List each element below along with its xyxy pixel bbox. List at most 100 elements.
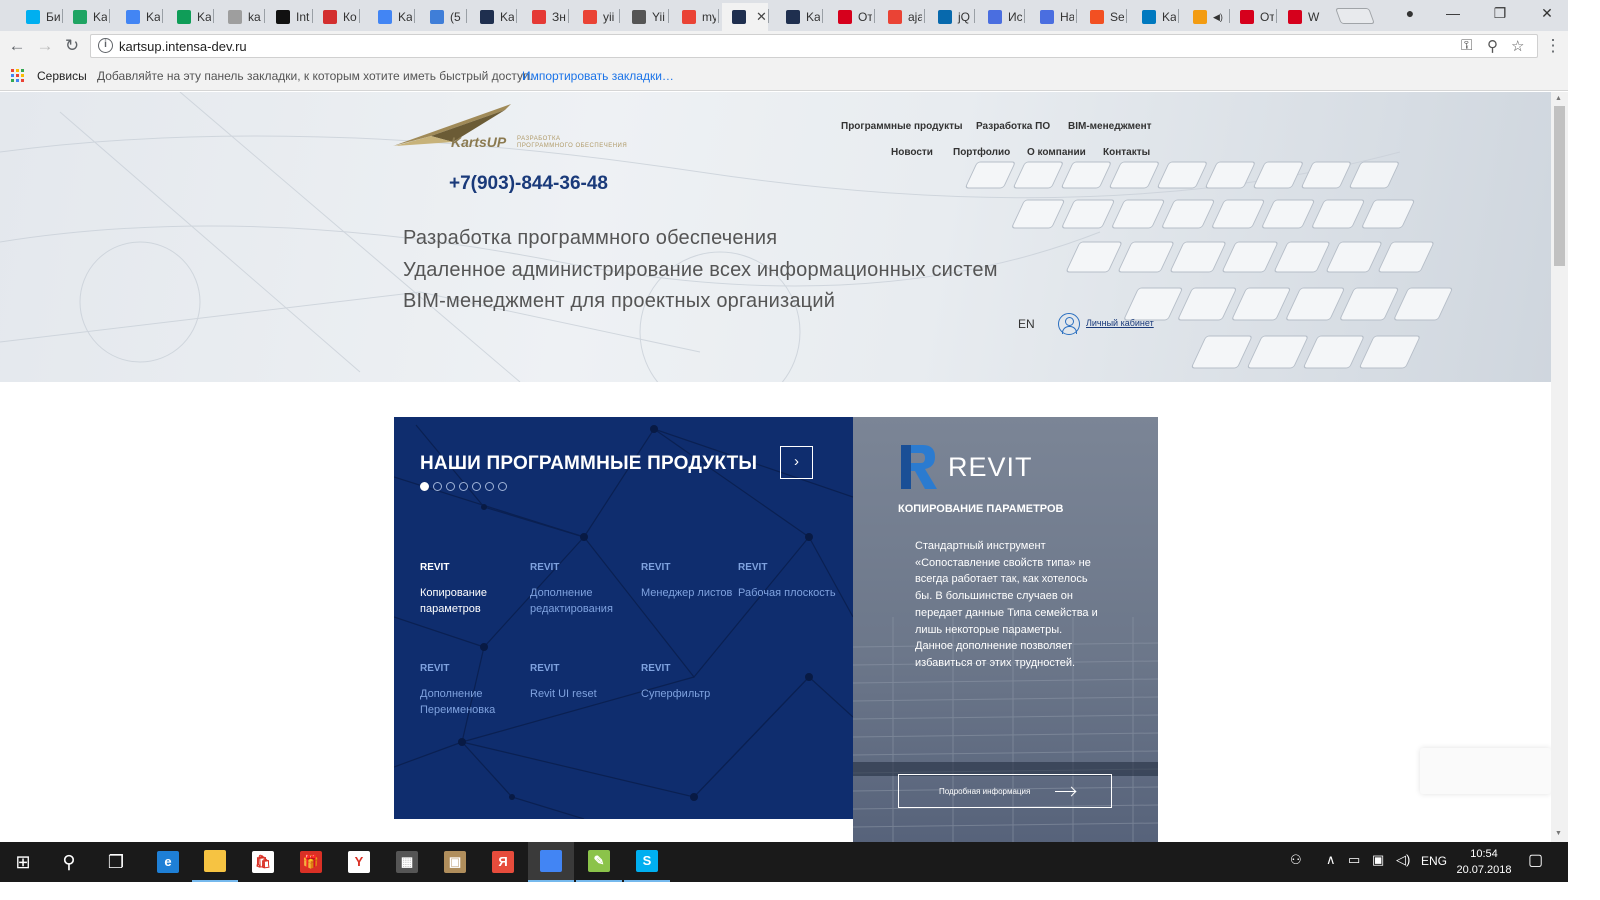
nav-software-products[interactable]: Программные продукты — [841, 121, 963, 132]
browser-tab[interactable]: (5 — [420, 3, 464, 31]
pagination-dot[interactable] — [472, 482, 481, 491]
browser-tab[interactable]: От — [1230, 3, 1274, 31]
close-window-icon[interactable]: ✕ — [1537, 5, 1557, 22]
archive-taskbar-button[interactable]: ▣ — [432, 842, 478, 882]
pagination-dot[interactable] — [420, 482, 429, 491]
notifications-icon[interactable]: ▢ — [1528, 850, 1543, 870]
gift-taskbar-button[interactable]: 🎁 — [288, 842, 334, 882]
new-tab-button[interactable] — [1335, 8, 1375, 24]
profile-icon[interactable]: ● — [1400, 5, 1420, 21]
personal-account-link[interactable]: Личный кабинет — [1086, 318, 1154, 328]
user-icon[interactable] — [1058, 313, 1080, 335]
browser-tab[interactable]: Se — [1080, 3, 1124, 31]
pagination-dot[interactable] — [459, 482, 468, 491]
product-item[interactable]: REVIT Рабочая плоскость — [738, 562, 838, 601]
input-language[interactable]: ENG — [1421, 854, 1447, 868]
browser-tab[interactable]: ka — [218, 3, 262, 31]
nav-bim-management[interactable]: BIM-менеджмент — [1068, 121, 1152, 132]
search-taskbar-button[interactable]: ⚲ — [46, 842, 92, 882]
browser-tab[interactable]: Ко — [313, 3, 357, 31]
import-bookmarks-link[interactable]: Импортировать закладки… — [522, 69, 674, 83]
nav-software-development[interactable]: Разработка ПО — [976, 121, 1050, 132]
browser-tab[interactable]: Ис — [978, 3, 1022, 31]
product-item[interactable]: REVIT Revit UI reset — [530, 663, 630, 702]
browser-tab[interactable]: ◀) — [1183, 3, 1227, 31]
scroll-down-icon[interactable]: ▼ — [1555, 830, 1562, 837]
nav-news[interactable]: Новости — [891, 147, 933, 158]
store-taskbar-button[interactable]: 🛍 — [240, 842, 286, 882]
network-icon[interactable]: ▣ — [1372, 852, 1384, 868]
site-info-icon[interactable]: i — [98, 38, 113, 53]
browser-tab[interactable]: Ka — [470, 3, 514, 31]
scroll-up-icon[interactable]: ▲ — [1555, 95, 1562, 102]
pagination-dot[interactable] — [446, 482, 455, 491]
browser-tab[interactable]: От — [828, 3, 872, 31]
product-item[interactable]: REVIT Копирование параметров — [420, 562, 520, 617]
browser-tab[interactable]: Ka — [116, 3, 160, 31]
kartsup-logo[interactable]: KartsUP РАЗРАБОТКА ПРОГРАММНОГО ОБЕСПЕЧЕ… — [393, 102, 633, 162]
start-taskbar-button[interactable]: ⊞ — [0, 842, 46, 882]
minimize-icon[interactable]: — — [1443, 5, 1463, 21]
pagination-dot[interactable] — [433, 482, 442, 491]
browser-tab[interactable]: jQ — [928, 3, 972, 31]
product-item[interactable]: REVIT Дополнение Переименовка — [420, 663, 520, 718]
speaker-icon[interactable]: ◀) — [1213, 12, 1223, 23]
chat-widget[interactable] — [1420, 748, 1551, 794]
language-switch[interactable]: EN — [1018, 317, 1035, 331]
file-explorer-taskbar-button[interactable] — [192, 842, 238, 882]
nav-portfolio[interactable]: Портфолио — [953, 147, 1010, 158]
skype-taskbar-button[interactable]: S — [624, 842, 670, 882]
zoom-icon[interactable]: ⚲ — [1487, 37, 1498, 55]
browser-tab[interactable]: my — [672, 3, 716, 31]
product-item[interactable]: REVIT Суперфильтр — [641, 663, 741, 702]
browser-tab[interactable]: Ka — [167, 3, 211, 31]
browser-tab[interactable]: На — [1030, 3, 1074, 31]
browser-tab[interactable]: Yii — [622, 3, 666, 31]
task-view-taskbar-button[interactable]: ❐ — [93, 842, 139, 882]
yandex-browser-taskbar-button[interactable]: Я — [480, 842, 526, 882]
chrome-taskbar-button[interactable] — [528, 842, 574, 882]
product-item[interactable]: REVIT Дополнение редактирования — [530, 562, 630, 617]
close-tab-icon[interactable]: ✕ — [756, 9, 767, 25]
browser-tab[interactable]: Зн — [522, 3, 566, 31]
pagination-dot[interactable] — [498, 482, 507, 491]
browser-tab[interactable]: W — [1278, 3, 1322, 31]
system-clock[interactable]: 10:54 20.07.2018 — [1456, 846, 1512, 878]
apps-grid-icon[interactable] — [11, 69, 24, 82]
browser-tab[interactable]: Ka — [1132, 3, 1176, 31]
people-icon[interactable]: ⚇ — [1290, 852, 1302, 868]
browser-tab[interactable]: aja — [878, 3, 922, 31]
product-item[interactable]: REVIT Менеджер листов — [641, 562, 741, 601]
browser-tab[interactable]: Ka — [368, 3, 412, 31]
phone-number[interactable]: +7(903)-844-36-48 — [449, 173, 608, 195]
browser-tab[interactable]: Ka — [776, 3, 820, 31]
restore-icon[interactable]: ❐ — [1490, 5, 1510, 22]
battery-icon[interactable]: ▭ — [1348, 852, 1360, 868]
nav-contacts[interactable]: Контакты — [1103, 147, 1150, 158]
url-text[interactable]: kartsup.intensa-dev.ru — [119, 39, 247, 54]
key-icon[interactable]: ⚿ — [1461, 37, 1472, 54]
tray-expand-icon[interactable]: ∧ — [1326, 852, 1336, 868]
next-arrow-icon[interactable]: › — [780, 446, 813, 479]
pagination-dot[interactable] — [485, 482, 494, 491]
edge-taskbar-button[interactable]: e — [145, 842, 191, 882]
nav-about[interactable]: О компании — [1027, 147, 1086, 158]
browser-tab[interactable]: Би — [16, 3, 60, 31]
browser-tab[interactable]: Int — [266, 3, 310, 31]
notepad-taskbar-button[interactable]: ✎ — [576, 842, 622, 882]
menu-icon[interactable]: ⋮ — [1542, 36, 1564, 56]
address-bar[interactable]: i kartsup.intensa-dev.ru ⚿ ⚲ ☆ — [90, 34, 1538, 58]
yandex-taskbar-button[interactable]: Y — [336, 842, 382, 882]
page-scrollbar[interactable]: ▲ ▼ — [1551, 92, 1568, 842]
browser-tab[interactable]: yii — [573, 3, 617, 31]
more-info-button[interactable]: Подробная информация — [898, 774, 1112, 808]
scroll-thumb[interactable] — [1554, 106, 1565, 266]
volume-icon[interactable]: ◁) — [1396, 852, 1410, 868]
calculator-taskbar-button[interactable]: ▦ — [384, 842, 430, 882]
browser-tab[interactable]: Ka — [63, 3, 107, 31]
browser-tab[interactable]: ✕ — [722, 3, 768, 31]
forward-arrow-icon[interactable]: → — [34, 36, 56, 56]
bookmark-star-icon[interactable]: ☆ — [1511, 37, 1524, 55]
back-arrow-icon[interactable]: ← — [6, 36, 28, 56]
reload-icon[interactable]: ↻ — [61, 36, 83, 56]
